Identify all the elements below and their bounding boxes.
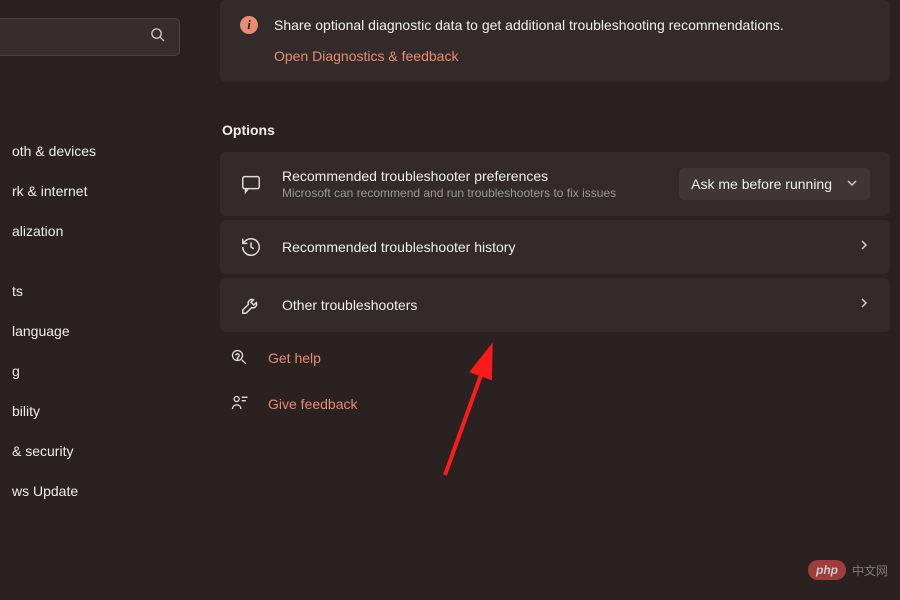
chevron-right-icon [858,238,870,256]
sidebar-item-privacy[interactable]: & security [0,431,180,471]
content-area: i Share optional diagnostic data to get … [220,0,890,600]
sidebar-item-gaming[interactable]: g [0,351,180,391]
chevron-right-icon [858,296,870,314]
sidebar-item-label: ws Update [12,483,78,499]
option-history[interactable]: Recommended troubleshooter history [220,220,890,274]
get-help-link[interactable]: Get help [268,350,321,366]
feedback-icon [230,394,250,414]
sidebar-item-update[interactable]: ws Update [0,471,180,511]
sidebar-item-label: alization [12,223,63,239]
sidebar-item-label: g [12,363,20,379]
wrench-icon [240,294,262,316]
chevron-down-icon [846,176,858,192]
sidebar-item-label: ts [12,283,23,299]
give-feedback-row[interactable]: Give feedback [220,384,890,424]
search-icon [150,27,165,47]
dropdown-value: Ask me before running [691,176,832,192]
get-help-row[interactable]: Get help [220,338,890,378]
sidebar-item-bluetooth[interactable]: oth & devices [0,131,180,171]
watermark: php 中文网 [808,560,888,580]
banner-text: Share optional diagnostic data to get ad… [274,17,784,33]
search-box[interactable] [0,18,180,56]
sidebar-item-language[interactable]: language [0,311,180,351]
options-heading: Options [222,122,890,138]
chat-icon [240,173,262,195]
option-other-troubleshooters[interactable]: Other troubleshooters [220,278,890,332]
sidebar-item-personalization[interactable]: alization [0,211,180,251]
nav-list: oth & devices rk & internet alization ts… [0,86,180,511]
sidebar-item-label: bility [12,403,40,419]
history-icon [240,236,262,258]
option-title: Recommended troubleshooter preferences [282,168,659,184]
diagnostics-link[interactable]: Open Diagnostics & feedback [274,48,458,64]
option-subtitle: Microsoft can recommend and run troubles… [282,186,659,200]
info-icon: i [240,16,258,34]
option-title: Other troubleshooters [282,297,838,313]
watermark-text: 中文网 [852,562,888,579]
sidebar-item-label: & security [12,443,73,459]
search-input[interactable] [0,29,129,45]
give-feedback-link[interactable]: Give feedback [268,396,358,412]
option-preferences[interactable]: Recommended troubleshooter preferences M… [220,152,890,216]
diagnostic-banner: i Share optional diagnostic data to get … [220,0,890,82]
sidebar-item-accessibility[interactable]: bility [0,391,180,431]
preferences-dropdown[interactable]: Ask me before running [679,168,870,200]
sidebar: oth & devices rk & internet alization ts… [0,0,180,600]
option-title: Recommended troubleshooter history [282,239,838,255]
sidebar-item-label: rk & internet [12,183,87,199]
help-icon [230,348,250,368]
php-badge: php [808,560,846,580]
sidebar-item-network[interactable]: rk & internet [0,171,180,211]
sidebar-item-accounts[interactable]: ts [0,271,180,311]
sidebar-item-label: oth & devices [12,143,96,159]
sidebar-item-label: language [12,323,70,339]
